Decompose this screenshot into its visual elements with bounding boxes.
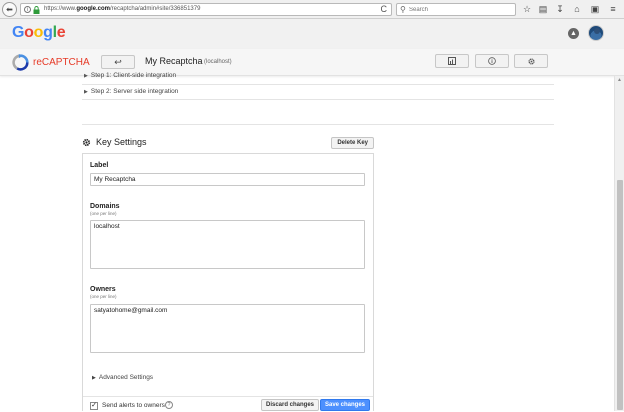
key-settings-header: Key Settings Delete Key xyxy=(82,137,374,151)
expand-arrow-icon: ▶ xyxy=(84,73,88,79)
owners-textarea[interactable]: satyatohome@gmail.com xyxy=(90,304,365,353)
scroll-up-icon[interactable]: ▲ xyxy=(617,77,622,83)
info-icon[interactable]: i xyxy=(24,6,31,13)
help-icon[interactable]: ? xyxy=(165,401,173,409)
page-scrollbar[interactable]: ▲ xyxy=(614,76,624,411)
label-input[interactable] xyxy=(90,173,365,186)
browser-toolbar: ⬅ i https://www.google.com/recaptcha/adm… xyxy=(0,0,624,19)
send-alerts-checkbox[interactable]: ✓ xyxy=(90,402,98,410)
panel-footer: ✓ Send alerts to owners ? Discard change… xyxy=(83,396,373,412)
expand-arrow-icon: ▶ xyxy=(84,89,88,95)
back-button[interactable]: ↩ xyxy=(101,55,135,69)
site-name: My Recaptcha xyxy=(145,56,203,66)
info-circle-icon xyxy=(488,57,496,65)
discard-changes-button[interactable]: Discard changes xyxy=(261,399,320,411)
google-logo[interactable]: Google xyxy=(12,24,66,42)
step-1-link[interactable]: ▶ Step 1: Client-side integration xyxy=(84,72,176,79)
home-icon[interactable]: ⌂ xyxy=(571,3,583,15)
domains-field-title: Domains xyxy=(90,203,120,210)
notifications-icon[interactable]: ▲ xyxy=(568,28,579,39)
analytics-button[interactable] xyxy=(435,54,469,68)
browser-search-bar[interactable]: ⚲ xyxy=(396,3,516,16)
divider xyxy=(82,99,554,100)
label-field-title: Label xyxy=(90,162,109,169)
google-header: Google ▲ xyxy=(0,19,624,49)
expand-arrow-icon: ▶ xyxy=(92,375,96,381)
owners-field-title: Owners xyxy=(90,286,116,293)
key-settings-title: Key Settings xyxy=(96,137,147,147)
save-changes-button[interactable]: Save changes xyxy=(320,399,371,411)
menu-icon[interactable]: ≡ xyxy=(607,3,619,15)
search-icon: ⚲ xyxy=(400,5,406,14)
url-text: https://www.google.com/recaptcha/admin#s… xyxy=(44,6,201,12)
gear-icon xyxy=(82,138,91,147)
browser-search-input[interactable] xyxy=(409,5,509,15)
bookmark-star-icon[interactable]: ☆ xyxy=(521,3,533,15)
step-2-link[interactable]: ▶ Step 2: Server side integration xyxy=(84,88,178,95)
scroll-thumb[interactable] xyxy=(617,180,623,410)
advanced-settings-toggle[interactable]: ▶ Advanced Settings xyxy=(92,374,153,381)
chart-icon xyxy=(448,57,456,65)
domains-textarea[interactable]: localhost xyxy=(90,220,365,269)
divider xyxy=(82,124,554,125)
site-domain: (localhost) xyxy=(204,59,232,65)
info-button[interactable] xyxy=(475,54,509,68)
reload-icon[interactable]: C xyxy=(381,4,388,14)
reading-list-icon[interactable]: ▤ xyxy=(537,3,549,15)
delete-key-button[interactable]: Delete Key xyxy=(331,137,374,149)
lock-icon xyxy=(33,6,40,14)
pocket-icon[interactable]: ▣ xyxy=(589,3,601,15)
owners-hint: (one per line) xyxy=(90,294,117,299)
recaptcha-title: reCAPTCHA xyxy=(33,57,90,68)
settings-gear-icon xyxy=(527,58,535,65)
settings-button[interactable] xyxy=(514,54,548,68)
recaptcha-logo-icon xyxy=(12,54,29,71)
domains-hint: (one per line) xyxy=(90,211,117,216)
avatar[interactable] xyxy=(588,25,604,41)
key-settings-panel: Label Domains (one per line) localhost O… xyxy=(82,153,374,412)
browser-back-button[interactable]: ⬅ xyxy=(2,2,17,17)
send-alerts-label: Send alerts to owners xyxy=(102,402,165,409)
divider xyxy=(82,84,554,85)
address-bar[interactable]: i https://www.google.com/recaptcha/admin… xyxy=(20,3,392,16)
download-icon[interactable]: ↧ xyxy=(554,3,566,15)
